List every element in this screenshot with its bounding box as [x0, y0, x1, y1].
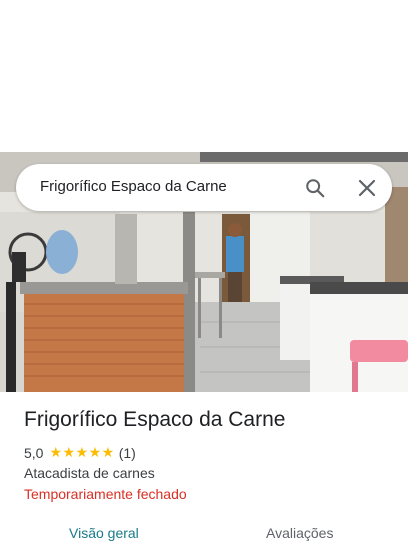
place-title: Frigorífico Espaco da Carne [24, 408, 286, 431]
place-info: Frigorífico Espaco da Carne 5,0 ★★★★★ (1… [24, 408, 394, 502]
search-input[interactable]: Frigorífico Espaco da Carne [40, 178, 227, 195]
tab-reviews[interactable]: Avaliações [266, 525, 333, 541]
search-icon[interactable] [302, 175, 328, 201]
tab-bar: Visão geral Avaliações [0, 516, 408, 544]
place-category[interactable]: Atacadista de carnes [24, 465, 155, 481]
close-icon[interactable] [354, 175, 380, 201]
rating-row[interactable]: 5,0 ★★★★★ (1) [24, 444, 136, 461]
tab-overview[interactable]: Visão geral [69, 525, 139, 541]
rating-value: 5,0 [24, 444, 44, 461]
status-badge: Temporariamente fechado [24, 486, 187, 502]
review-count[interactable]: (1) [119, 445, 136, 461]
search-bar[interactable]: Frigorífico Espaco da Carne [16, 164, 392, 211]
star-rating-icon: ★★★★★ [49, 444, 115, 460]
